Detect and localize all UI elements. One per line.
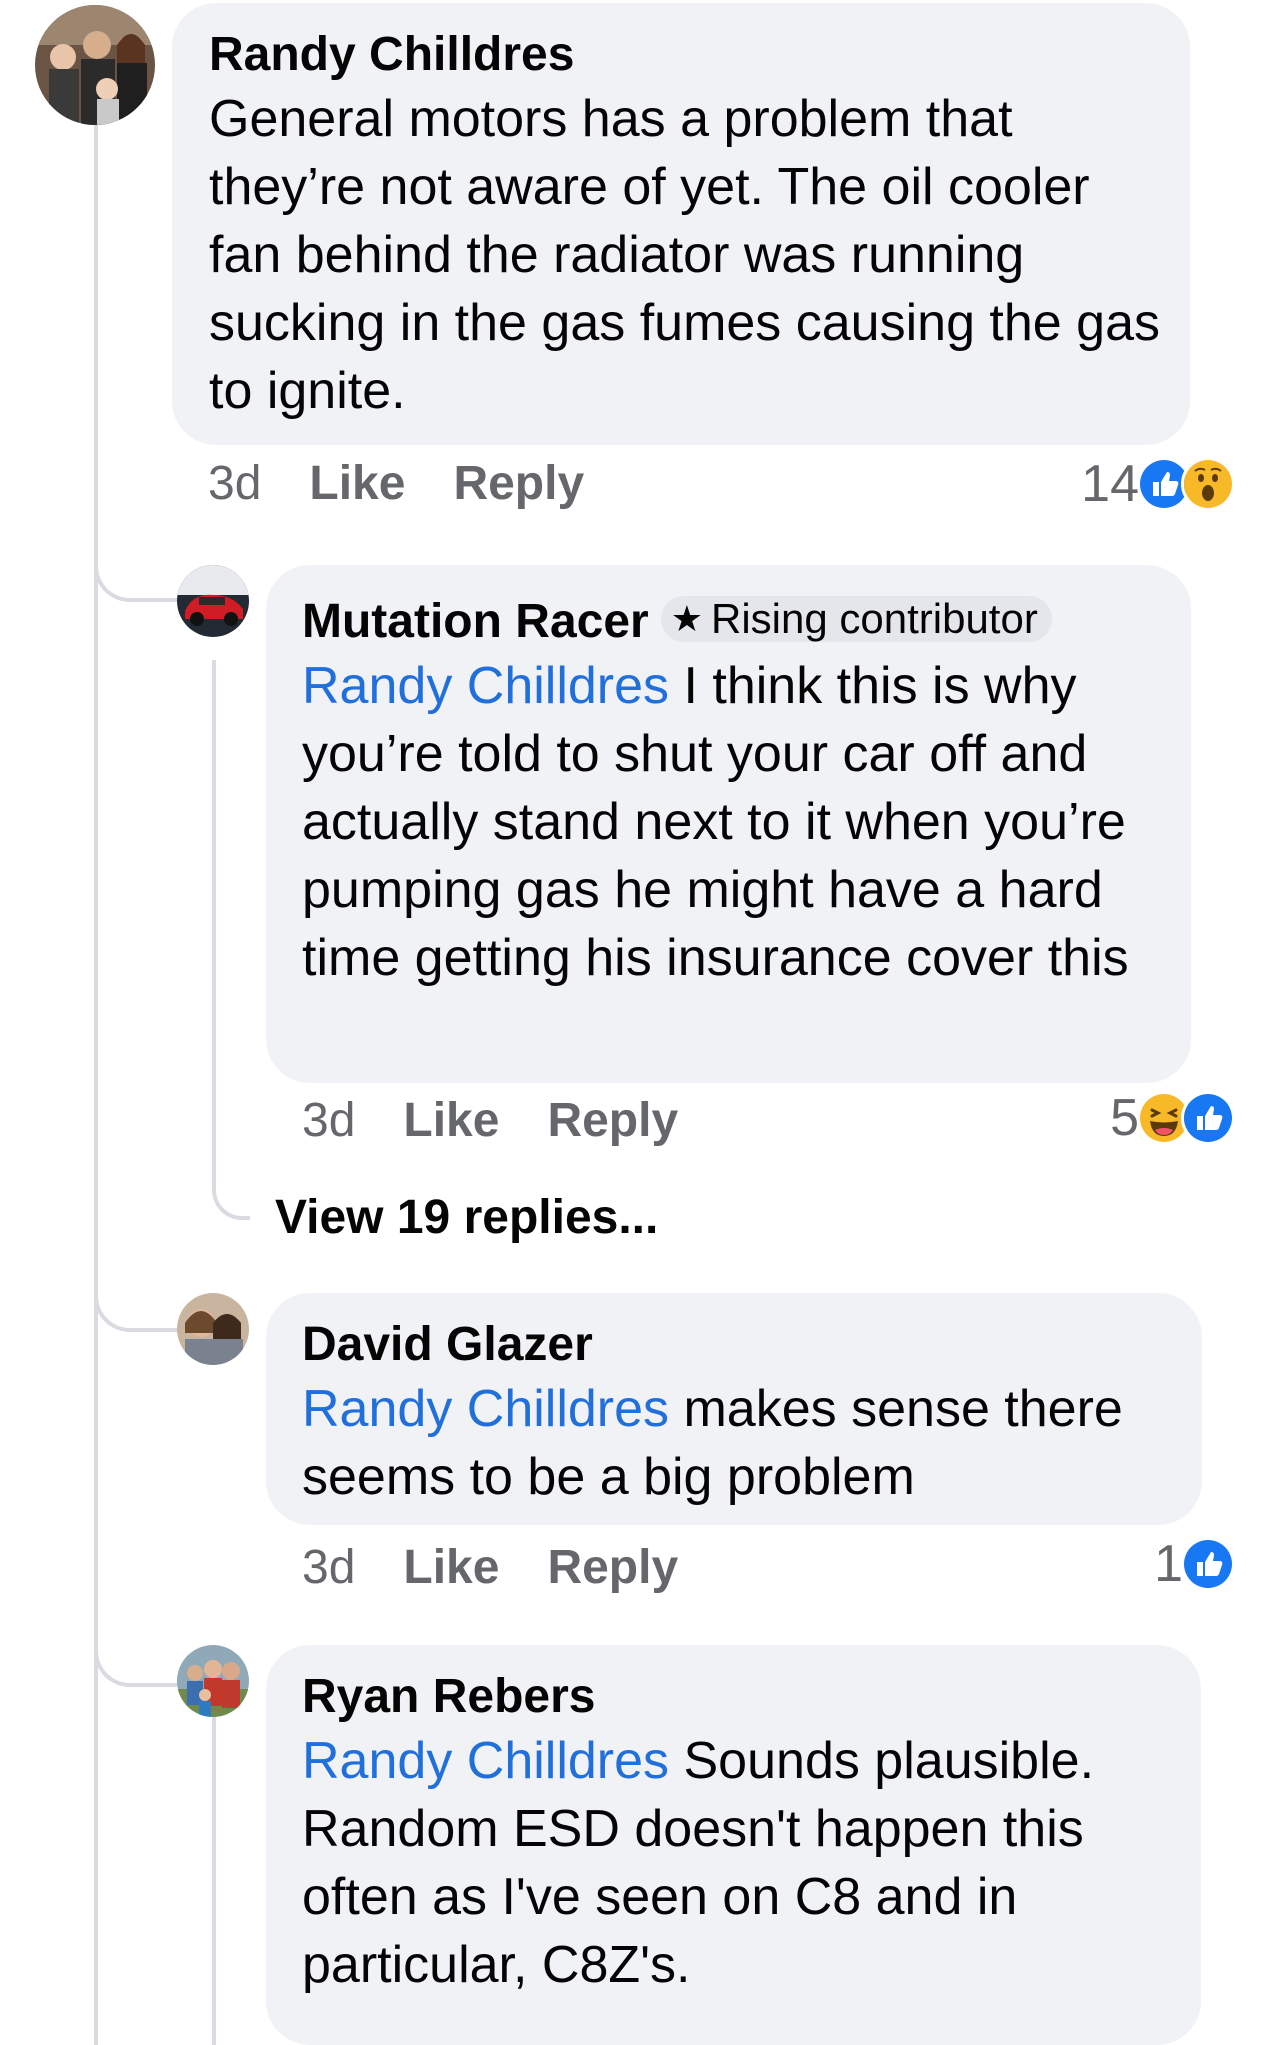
reaction-count: 1 <box>1154 1535 1183 1593</box>
comment-text: General motors has a problem that they’r… <box>209 90 1161 420</box>
mention-link[interactable]: Randy Chilldres <box>302 657 669 715</box>
comment-timestamp[interactable]: 3d <box>208 457 261 510</box>
thread-line-sub <box>212 1710 216 2045</box>
mention-link[interactable]: Randy Chilldres <box>302 1732 669 1790</box>
star-icon: ★ <box>670 598 703 639</box>
comment-actions: 3d Like Reply <box>208 456 584 512</box>
avatar[interactable] <box>177 565 249 637</box>
reply-button[interactable]: Reply <box>547 1094 678 1147</box>
thread-line-main <box>94 124 98 2045</box>
comment-actions: 3d Like Reply <box>302 1540 678 1596</box>
view-replies-link[interactable]: View 19 replies... <box>275 1190 658 1246</box>
avatar[interactable] <box>35 5 155 125</box>
avatar[interactable] <box>177 1645 249 1717</box>
reply-button[interactable]: Reply <box>547 1541 678 1594</box>
reaction-summary[interactable]: 1 <box>1154 1535 1235 1593</box>
reaction-summary[interactable]: 14 <box>1081 455 1235 513</box>
comment-actions: 3d Like Reply <box>302 1093 678 1149</box>
comment-text: Randy Chilldres Sounds plausible. Random… <box>302 1732 1095 1994</box>
comment-text: Randy Chilldres I think this is why you’… <box>302 657 1129 987</box>
comment-header: Mutation Racer ★ Rising contributor <box>302 592 1167 652</box>
comment-bubble: Randy Chilldres General motors has a pro… <box>172 3 1190 445</box>
comment-timestamp[interactable]: 3d <box>302 1094 355 1147</box>
mention-link[interactable]: Randy Chilldres <box>302 1380 669 1438</box>
comment-bubble: David Glazer Randy Chilldres makes sense… <box>266 1293 1202 1525</box>
comment-author[interactable]: Randy Chilldres <box>209 25 574 85</box>
reaction-count: 14 <box>1081 455 1139 513</box>
thread-connector <box>212 660 250 1220</box>
contributor-badge: ★ Rising contributor <box>660 595 1052 642</box>
comment-bubble: Ryan Rebers Randy Chilldres Sounds plaus… <box>266 1645 1201 2045</box>
like-button[interactable]: Like <box>403 1541 499 1594</box>
reaction-count: 5 <box>1110 1089 1139 1147</box>
comment-author[interactable]: David Glazer <box>302 1315 593 1375</box>
comment-author[interactable]: Ryan Rebers <box>302 1667 595 1727</box>
reaction-summary[interactable]: 5 <box>1110 1089 1235 1147</box>
like-reaction-icon <box>1181 1091 1235 1145</box>
like-button[interactable]: Like <box>309 457 405 510</box>
comment-bubble: Mutation Racer ★ Rising contributor Randy … <box>266 565 1191 1083</box>
comment-text: Randy Chilldres makes sense there seems … <box>302 1380 1123 1506</box>
reply-button[interactable]: Reply <box>453 457 584 510</box>
wow-reaction-icon <box>1181 457 1235 511</box>
like-reaction-icon <box>1181 1537 1235 1591</box>
avatar[interactable] <box>177 1293 249 1365</box>
comment-timestamp[interactable]: 3d <box>302 1541 355 1594</box>
badge-label: Rising contributor <box>711 595 1038 642</box>
comment-author[interactable]: Mutation Racer <box>302 592 649 652</box>
like-button[interactable]: Like <box>403 1094 499 1147</box>
